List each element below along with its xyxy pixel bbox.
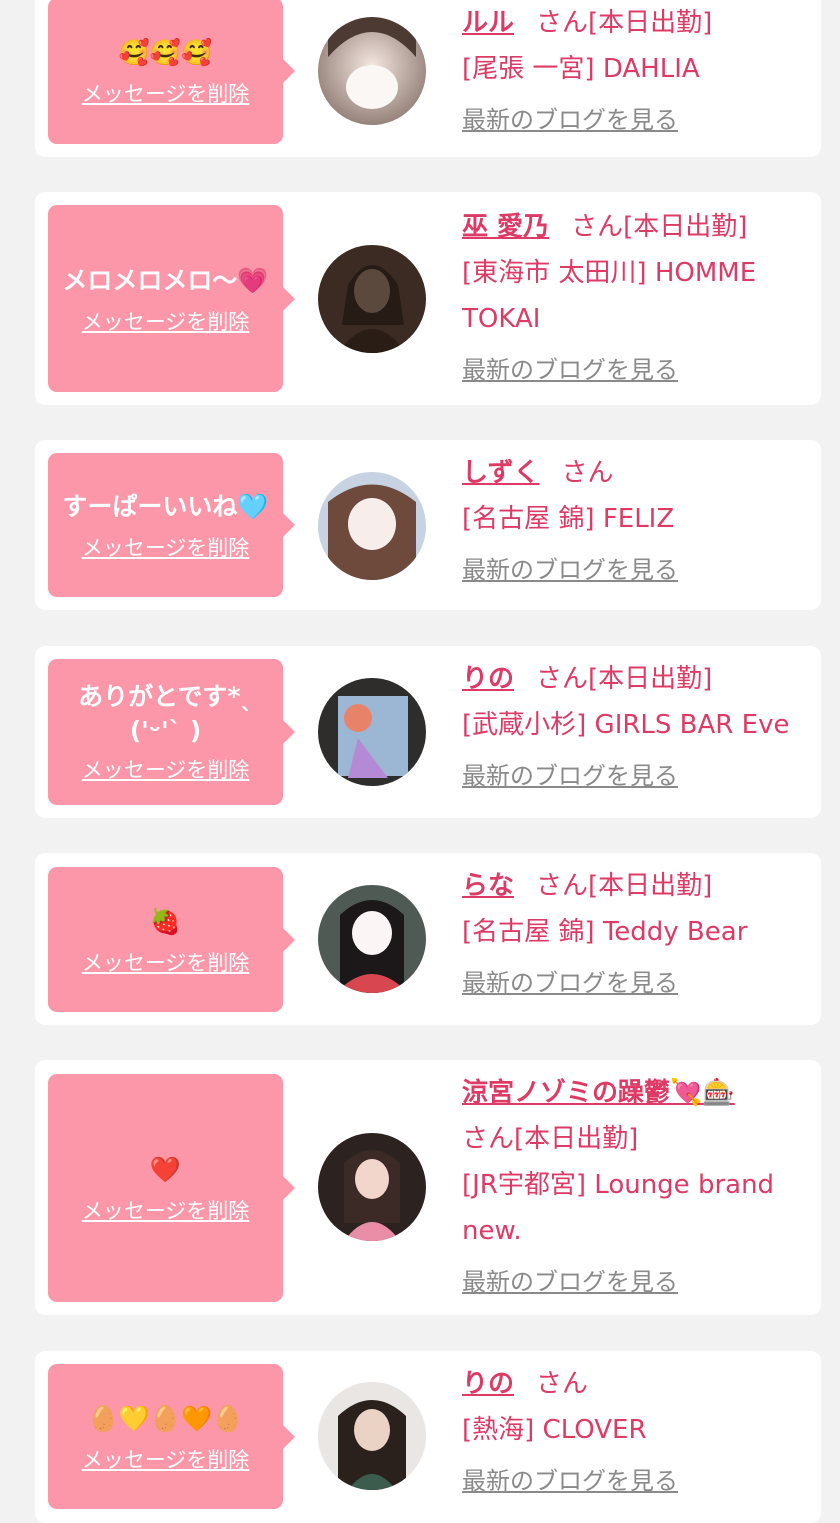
- message-bubble: すーぱーいいね🩵 メッセージを削除: [48, 453, 295, 597]
- shop-label: [名古屋 錦] Teddy Bear: [462, 917, 748, 947]
- avatar[interactable]: [318, 472, 426, 580]
- delete-message-link[interactable]: メッセージを削除: [82, 306, 250, 336]
- name-suffix: さん: [536, 1369, 589, 1399]
- latest-blog-link[interactable]: 最新のブログを見る: [462, 756, 678, 796]
- list-item: ありがとです*ˎ('ᵕ'ˋ ) メッセージを削除 りの さん[本日出勤] [武蔵小…: [35, 646, 821, 818]
- profile-name-link[interactable]: しずく: [462, 458, 539, 488]
- latest-blog-link[interactable]: 最新のブログを見る: [462, 1262, 678, 1302]
- name-suffix: さん[本日出勤]: [462, 1124, 639, 1154]
- profile-photo-icon: [318, 885, 426, 993]
- profile-info: 巫 愛乃 さん[本日出勤] [東海市 太田川] HOMME TOKAI 最新のブロ…: [462, 204, 812, 390]
- delete-message-link[interactable]: メッセージを削除: [82, 1195, 250, 1225]
- name-suffix: さん: [561, 458, 614, 488]
- shop-label: [JR宇都宮] Lounge brand new.: [462, 1170, 775, 1246]
- latest-blog-link[interactable]: 最新のブログを見る: [462, 1461, 678, 1501]
- latest-blog-link[interactable]: 最新のブログを見る: [462, 350, 678, 390]
- avatar[interactable]: [318, 1133, 426, 1241]
- delete-message-link[interactable]: メッセージを削除: [82, 532, 250, 562]
- avatar[interactable]: [318, 885, 426, 993]
- list-item: メロメロメロ〜💗 メッセージを削除 巫 愛乃 さん[本日出勤] [東海市 太田川]…: [35, 192, 821, 405]
- latest-blog-link[interactable]: 最新のブログを見る: [462, 963, 678, 1003]
- list-item: 🥰🥰🥰 メッセージを削除 ルル さん[本日出勤] [尾張 一宮] DAHLIA 最…: [35, 0, 821, 157]
- profile-photo-icon: [318, 678, 426, 786]
- message-bubble: ありがとです*ˎ('ᵕ'ˋ ) メッセージを削除: [48, 659, 295, 805]
- list-item: ❤️ メッセージを削除 涼宮ノゾミの躁鬱💘🎰 さん[本日出勤] [JR宇都宮] L…: [35, 1060, 821, 1315]
- shop-label: [東海市 太田川] HOMME TOKAI: [462, 258, 757, 334]
- message-bubble: ❤️ メッセージを削除: [48, 1074, 295, 1302]
- profile-info: りの さん [熱海] CLOVER 最新のブログを見る: [462, 1361, 812, 1501]
- profile-name-link[interactable]: りの: [462, 664, 514, 694]
- delete-message-link[interactable]: メッセージを削除: [82, 1444, 250, 1474]
- profile-photo-icon: [318, 17, 426, 125]
- profile-photo-icon: [318, 1133, 426, 1241]
- message-text: メロメロメロ〜💗: [62, 265, 269, 295]
- profile-name-link[interactable]: ルル: [462, 8, 514, 38]
- profile-name-link[interactable]: りの: [462, 1369, 514, 1399]
- name-suffix: さん[本日出勤]: [536, 871, 713, 901]
- list-item: 🍓 メッセージを削除 らな さん[本日出勤] [名古屋 錦] Teddy Bear…: [35, 853, 821, 1025]
- profile-photo-icon: [318, 245, 426, 353]
- list-item: 🥚💛🥚🧡🥚 メッセージを削除 りの さん [熱海] CLOVER 最新のブログを見…: [35, 1351, 821, 1523]
- profile-info: しずく さん [名古屋 錦] FELIZ 最新のブログを見る: [462, 450, 812, 590]
- shop-label: [名古屋 錦] FELIZ: [462, 504, 675, 534]
- message-text: 🥰🥰🥰: [118, 38, 213, 67]
- shop-label: [武蔵小杉] GIRLS BAR Eve: [462, 710, 790, 740]
- message-bubble: 🍓 メッセージを削除: [48, 867, 295, 1012]
- profile-info: らな さん[本日出勤] [名古屋 錦] Teddy Bear 最新のブログを見る: [462, 863, 812, 1003]
- delete-message-link[interactable]: メッセージを削除: [82, 947, 250, 977]
- shop-label: [熱海] CLOVER: [462, 1415, 647, 1445]
- profile-info: りの さん[本日出勤] [武蔵小杉] GIRLS BAR Eve 最新のブログを見…: [462, 656, 822, 796]
- name-suffix: さん[本日出勤]: [571, 212, 748, 242]
- message-bubble: メロメロメロ〜💗 メッセージを削除: [48, 205, 295, 392]
- message-text: ありがとです*ˎ('ᵕ'ˋ ): [78, 682, 253, 745]
- profile-info: 涼宮ノゾミの躁鬱💘🎰 さん[本日出勤] [JR宇都宮] Lounge brand …: [462, 1070, 812, 1302]
- delete-message-link[interactable]: メッセージを削除: [82, 754, 250, 784]
- message-text: すーぱーいいね🩵: [62, 492, 269, 521]
- latest-blog-link[interactable]: 最新のブログを見る: [462, 550, 678, 590]
- avatar[interactable]: [318, 245, 426, 353]
- avatar[interactable]: [318, 1382, 426, 1490]
- message-text: 🥚💛🥚🧡🥚: [87, 1403, 244, 1433]
- avatar[interactable]: [318, 17, 426, 125]
- message-bubble: 🥰🥰🥰 メッセージを削除: [48, 0, 295, 144]
- profile-name-link[interactable]: 巫 愛乃: [462, 212, 549, 242]
- shop-label: [尾張 一宮] DAHLIA: [462, 54, 700, 84]
- latest-blog-link[interactable]: 最新のブログを見る: [462, 100, 678, 140]
- profile-name-link[interactable]: 涼宮ノゾミの躁鬱💘🎰: [462, 1078, 735, 1108]
- profile-photo-icon: [318, 472, 426, 580]
- profile-name-link[interactable]: らな: [462, 871, 514, 901]
- profile-photo-icon: [318, 1382, 426, 1490]
- avatar[interactable]: [318, 678, 426, 786]
- profile-info: ルル さん[本日出勤] [尾張 一宮] DAHLIA 最新のブログを見る: [462, 0, 812, 140]
- name-suffix: さん[本日出勤]: [536, 664, 713, 694]
- list-item: すーぱーいいね🩵 メッセージを削除 しずく さん [名古屋 錦] FELIZ 最新…: [35, 440, 821, 610]
- message-text: 🍓: [149, 906, 182, 936]
- name-suffix: さん[本日出勤]: [536, 8, 713, 38]
- message-text: ❤️: [149, 1155, 182, 1184]
- message-bubble: 🥚💛🥚🧡🥚 メッセージを削除: [48, 1364, 295, 1509]
- delete-message-link[interactable]: メッセージを削除: [82, 78, 250, 108]
